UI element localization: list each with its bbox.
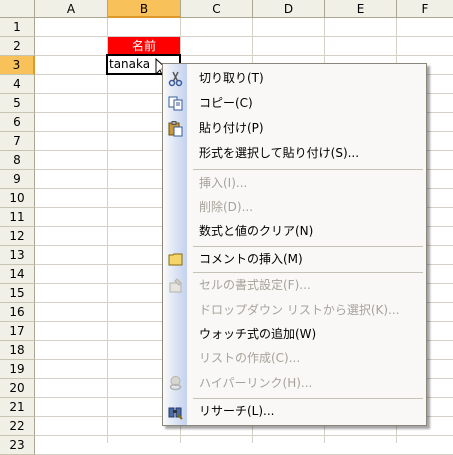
row-header-20[interactable]: 20 bbox=[0, 379, 35, 398]
row-header-19[interactable]: 19 bbox=[0, 360, 35, 379]
menu-item-delete: 削除(D)... bbox=[163, 195, 426, 220]
row-header-5[interactable]: 5 bbox=[0, 94, 35, 113]
row-header-21[interactable]: 21 bbox=[0, 398, 35, 417]
row-header-23[interactable]: 23 bbox=[0, 436, 35, 455]
row-header-3[interactable]: 3 bbox=[0, 56, 35, 75]
menu-item-cut[interactable]: 切り取り(T) bbox=[163, 66, 426, 91]
row-header-16[interactable]: 16 bbox=[0, 303, 35, 322]
row-header-8[interactable]: 8 bbox=[0, 151, 35, 170]
menu-item-label: コメントの挿入(M) bbox=[199, 252, 303, 266]
menu-item-label: 挿入(I)... bbox=[199, 176, 248, 190]
menu-item-label: ハイパーリンク(H)... bbox=[199, 376, 313, 390]
row-header-12[interactable]: 12 bbox=[0, 227, 35, 246]
menu-separator bbox=[193, 169, 423, 170]
menu-item-insert-comment[interactable]: コメントの挿入(M) bbox=[163, 247, 426, 272]
menu-item-research[interactable]: リサーチ(L)... bbox=[163, 399, 426, 424]
paste-icon bbox=[168, 121, 183, 137]
column-header-d[interactable]: D bbox=[253, 0, 325, 18]
menu-item-format-cells: セルの書式設定(F)... bbox=[163, 273, 426, 298]
row-header-2[interactable]: 2 bbox=[0, 37, 35, 56]
column-header-f[interactable]: F bbox=[397, 0, 453, 18]
column-header-c[interactable]: C bbox=[181, 0, 253, 18]
menu-item-insert: 挿入(I)... bbox=[163, 171, 426, 196]
menu-item-label: セルの書式設定(F)... bbox=[199, 278, 311, 292]
context-menu: 切り取り(T) コピー(C) 貼り付け(P) 形式を選択して貼り付け(S)...… bbox=[162, 63, 427, 426]
row-header-11[interactable]: 11 bbox=[0, 208, 35, 227]
menu-item-label: ウォッチ式の追加(W) bbox=[199, 327, 317, 341]
menu-item-label: 貼り付け(P) bbox=[199, 121, 264, 135]
row-header-22[interactable]: 22 bbox=[0, 417, 35, 436]
row-header-4[interactable]: 4 bbox=[0, 75, 35, 94]
menu-item-pick-from-list: ドロップダウン リストから選択(K)... bbox=[163, 298, 426, 323]
menu-item-label: 数式と値のクリア(N) bbox=[199, 224, 314, 238]
column-header-a[interactable]: A bbox=[35, 0, 108, 18]
row-header-7[interactable]: 7 bbox=[0, 132, 35, 151]
menu-item-label: リストの作成(C)... bbox=[199, 351, 301, 365]
menu-item-clear-contents[interactable]: 数式と値のクリア(N) bbox=[163, 219, 426, 244]
column-header-b[interactable]: B bbox=[108, 0, 181, 18]
menu-item-label: 削除(D)... bbox=[199, 200, 254, 214]
hyperlink-icon bbox=[169, 376, 182, 391]
menu-item-add-watch[interactable]: ウォッチ式の追加(W) bbox=[163, 322, 426, 347]
research-icon bbox=[168, 407, 183, 420]
menu-item-label: リサーチ(L)... bbox=[199, 404, 275, 418]
row-header-10[interactable]: 10 bbox=[0, 189, 35, 208]
menu-item-hyperlink: ハイパーリンク(H)... bbox=[163, 371, 426, 396]
menu-item-label: ドロップダウン リストから選択(K)... bbox=[199, 303, 400, 317]
format-cells-icon bbox=[169, 278, 182, 293]
menu-item-paste[interactable]: 貼り付け(P) bbox=[163, 116, 426, 141]
menu-item-paste-special[interactable]: 形式を選択して貼り付け(S)... bbox=[163, 141, 426, 166]
gridline bbox=[35, 435, 453, 436]
row-header-1[interactable]: 1 bbox=[0, 18, 35, 37]
row-header-14[interactable]: 14 bbox=[0, 265, 35, 284]
menu-item-label: 形式を選択して貼り付け(S)... bbox=[199, 146, 360, 160]
comment-icon bbox=[168, 253, 183, 266]
menu-item-label: コピー(C) bbox=[199, 96, 253, 110]
column-header-e[interactable]: E bbox=[325, 0, 397, 18]
copy-icon bbox=[168, 96, 183, 111]
row-header-17[interactable]: 17 bbox=[0, 322, 35, 341]
row-header-18[interactable]: 18 bbox=[0, 341, 35, 360]
gridline bbox=[107, 18, 108, 443]
menu-item-label: 切り取り(T) bbox=[199, 71, 264, 85]
scissors-icon bbox=[168, 71, 183, 87]
menu-item-copy[interactable]: コピー(C) bbox=[163, 91, 426, 116]
row-header-15[interactable]: 15 bbox=[0, 284, 35, 303]
menu-item-create-list: リストの作成(C)... bbox=[163, 346, 426, 371]
gridline bbox=[35, 55, 453, 56]
gridline bbox=[35, 36, 453, 37]
row-header-6[interactable]: 6 bbox=[0, 113, 35, 132]
select-all-corner[interactable] bbox=[0, 0, 35, 18]
row-header-9[interactable]: 9 bbox=[0, 170, 35, 189]
row-header-13[interactable]: 13 bbox=[0, 246, 35, 265]
